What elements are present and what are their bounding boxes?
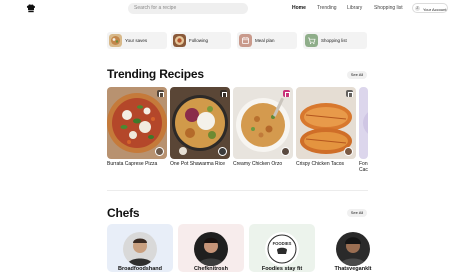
account-label: Your Account: [423, 6, 447, 12]
chef-logo-avatar: FOODIES: [265, 232, 299, 266]
chef-avatar: [194, 232, 228, 266]
trending-title: Trending Recipes: [107, 67, 204, 81]
recipe-card-chicken-tacos[interactable]: [296, 87, 356, 159]
chef-name: Chefknitrosh: [194, 266, 228, 272]
recipe-card-shawarma-rice[interactable]: [170, 87, 230, 159]
search-placeholder: Search for a recipe: [134, 5, 177, 11]
bookmark-icon[interactable]: [346, 90, 353, 97]
quick-link-your-saves[interactable]: Your saves: [107, 32, 167, 49]
nav-library[interactable]: Library: [347, 5, 362, 11]
quick-link-label: Following: [189, 38, 209, 43]
avatar: Z: [415, 6, 420, 11]
chef-name: Thatsveganklt: [334, 266, 372, 272]
creator-avatar[interactable]: [281, 147, 290, 156]
recipe-card-partial[interactable]: [359, 87, 368, 159]
top-header: Search for a recipe Home Trending Librar…: [0, 0, 474, 17]
nav-trending[interactable]: Trending: [317, 5, 337, 11]
quick-link-meal-plan[interactable]: Meal plan: [237, 32, 297, 49]
quick-link-following[interactable]: Following: [171, 32, 231, 49]
following-thumbnail-icon: [173, 34, 186, 47]
chefs-title: Chefs: [107, 206, 140, 220]
saves-thumbnail-icon: [109, 34, 122, 47]
chef-card[interactable]: FOODIES Foodies stay fit: [249, 224, 315, 272]
creator-avatar[interactable]: [218, 147, 227, 156]
chef-name: Broadfoodshand: [118, 266, 162, 272]
chefs-see-all-button[interactable]: See All: [347, 209, 367, 217]
nav-home[interactable]: Home: [292, 5, 306, 11]
recipe-title[interactable]: Fon Cac: [359, 161, 369, 173]
chef-card[interactable]: Broadfoodshand: [107, 224, 173, 272]
chef-card[interactable]: Chefknitrosh: [178, 224, 244, 272]
chef-name: Foodies stay fit: [261, 266, 303, 272]
recipe-title[interactable]: One Pot Shawarma Rice: [170, 161, 225, 167]
creator-avatar[interactable]: [155, 147, 164, 156]
quick-link-label: Your saves: [125, 38, 148, 43]
chef-hat-logo[interactable]: [26, 4, 36, 13]
recipe-title[interactable]: Creamy Chicken Orzo: [233, 161, 282, 167]
bookmark-icon[interactable]: [220, 90, 227, 97]
quick-link-label: Shopping list: [321, 38, 347, 43]
chef-card[interactable]: Thatsveganklt: [320, 224, 386, 272]
logo-text: FOODIES: [273, 241, 292, 246]
account-button[interactable]: Z Your Account: [412, 3, 448, 13]
trending-see-all-button[interactable]: See All: [347, 71, 367, 79]
bookmark-icon[interactable]: [157, 90, 164, 97]
quick-link-shopping-list[interactable]: Shopping list: [303, 32, 367, 49]
recipe-card-burrata-pizza[interactable]: [107, 87, 167, 159]
search-input[interactable]: Search for a recipe: [128, 3, 248, 14]
chef-avatar: [336, 232, 370, 266]
section-divider: [107, 190, 368, 191]
creator-avatar[interactable]: [344, 147, 353, 156]
recipe-card-chicken-orzo[interactable]: [233, 87, 293, 159]
bookmark-icon[interactable]: [283, 90, 290, 97]
cart-icon: [305, 34, 318, 47]
chef-avatar: [123, 232, 157, 266]
quick-link-label: Meal plan: [255, 38, 275, 43]
partial-recipe-image: [359, 87, 368, 159]
recipe-title[interactable]: Burrata Caprese Pizza: [107, 161, 157, 167]
calendar-icon: [239, 34, 252, 47]
recipe-title[interactable]: Crispy Chicken Tacos: [296, 161, 344, 167]
nav-shopping-list[interactable]: Shopping list: [374, 5, 403, 11]
